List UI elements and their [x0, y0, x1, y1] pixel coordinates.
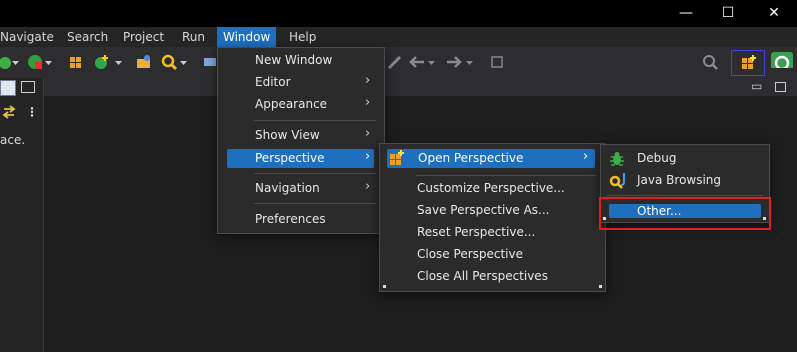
window-menu: New Window Editor › Appearance › Show Vi… — [217, 47, 385, 234]
maximize-view-icon[interactable] — [775, 82, 786, 92]
menu-item-new-window[interactable]: New Window — [255, 51, 332, 70]
link-editor-icon[interactable] — [2, 104, 16, 120]
minimize-button[interactable]: — — [664, 0, 708, 25]
dropdown-arrow-icon[interactable] — [428, 54, 436, 70]
highlight-box — [599, 197, 771, 230]
menu-item-save-perspective-as[interactable]: Save Perspective As... — [417, 201, 550, 220]
run-icon[interactable] — [27, 54, 43, 70]
java-perspective-icon[interactable] — [771, 52, 793, 68]
search-icon[interactable] — [161, 54, 177, 70]
minimize-view-icon[interactable]: ▭ — [751, 79, 762, 93]
menu-bar: Navigate Search Project Run Window Help — [0, 27, 797, 47]
menu-navigate[interactable]: Navigate — [0, 27, 60, 47]
resize-corner — [383, 285, 386, 288]
back-arrow-icon[interactable] — [408, 54, 426, 70]
maximize-icon: ☐ — [721, 4, 735, 21]
monitor-icon[interactable] — [203, 54, 217, 70]
restore-icon[interactable] — [21, 81, 35, 93]
menu-separator — [254, 120, 376, 121]
close-button[interactable]: ✕ — [752, 0, 796, 25]
menu-item-debug[interactable]: Debug — [637, 149, 676, 168]
dropdown-arrow-icon[interactable] — [180, 54, 188, 70]
chevron-right-icon: › — [365, 95, 371, 110]
menu-separator — [254, 203, 376, 204]
open-perspective-icon — [390, 150, 404, 165]
menu-item-perspective[interactable]: Perspective — [227, 149, 374, 168]
menu-item-navigation[interactable]: Navigation — [255, 179, 320, 198]
menu-item-java-browsing[interactable]: Java Browsing — [637, 171, 721, 190]
menu-search[interactable]: Search — [61, 27, 114, 47]
menu-item-reset-perspective[interactable]: Reset Perspective... — [417, 223, 535, 242]
open-perspective-icon — [742, 55, 756, 69]
chevron-right-icon: › — [365, 179, 371, 194]
chevron-right-icon: › — [583, 149, 589, 164]
java-browsing-icon — [609, 173, 625, 189]
dropdown-arrow-icon[interactable] — [12, 54, 20, 70]
menu-item-close-all-perspectives[interactable]: Close All Perspectives — [417, 267, 548, 286]
menu-separator — [607, 195, 763, 196]
minimize-icon: — — [679, 4, 693, 21]
chevron-right-icon: › — [365, 73, 371, 88]
debug-bug-icon — [610, 152, 624, 166]
pin-icon[interactable] — [386, 54, 404, 70]
left-view-pane: ⋮ ace. — [0, 78, 44, 352]
menu-item-open-perspective[interactable]: Open Perspective — [387, 149, 595, 168]
menu-window[interactable]: Window — [217, 27, 277, 47]
forward-arrow-icon[interactable] — [445, 54, 463, 70]
chevron-right-icon: › — [365, 149, 371, 164]
menu-item-show-view[interactable]: Show View — [255, 126, 320, 145]
window-icon[interactable] — [489, 54, 505, 70]
title-bar: — ☐ ✕ — [0, 0, 797, 27]
menu-item-editor[interactable]: Editor — [255, 73, 291, 92]
menu-item-close-perspective[interactable]: Close Perspective — [417, 245, 523, 264]
left-pane-text: ace. — [0, 133, 26, 147]
open-folder-icon[interactable] — [135, 54, 153, 70]
perspective-grid-icon[interactable] — [64, 54, 86, 70]
maximize-button[interactable]: ☐ — [706, 0, 750, 25]
new-class-icon[interactable] — [93, 54, 111, 70]
menu-separator — [254, 173, 376, 174]
dropdown-arrow-icon[interactable] — [45, 54, 53, 70]
menu-separator — [416, 175, 596, 176]
dropdown-arrow-icon[interactable] — [466, 54, 474, 70]
open-perspective-toolbar-button[interactable] — [731, 50, 765, 76]
menu-help[interactable]: Help — [283, 27, 322, 47]
main-toolbar — [0, 47, 797, 79]
close-icon: ✕ — [768, 4, 780, 21]
chevron-right-icon: › — [365, 126, 371, 141]
search-icon[interactable] — [702, 54, 718, 70]
dropdown-arrow-icon[interactable] — [115, 54, 123, 70]
perspective-submenu: Open Perspective › Customize Perspective… — [379, 143, 606, 292]
menu-item-preferences[interactable]: Preferences — [255, 210, 326, 229]
menu-item-appearance[interactable]: Appearance — [255, 95, 327, 114]
menu-item-customize-perspective[interactable]: Customize Perspective... — [417, 179, 565, 198]
view-tab[interactable] — [0, 80, 16, 96]
menu-project[interactable]: Project — [117, 27, 170, 47]
resize-corner — [599, 285, 602, 288]
view-menu-icon[interactable]: ⋮ — [26, 105, 38, 119]
editor-tab-strip: ▭ — [44, 78, 797, 96]
menu-run[interactable]: Run — [176, 27, 211, 47]
